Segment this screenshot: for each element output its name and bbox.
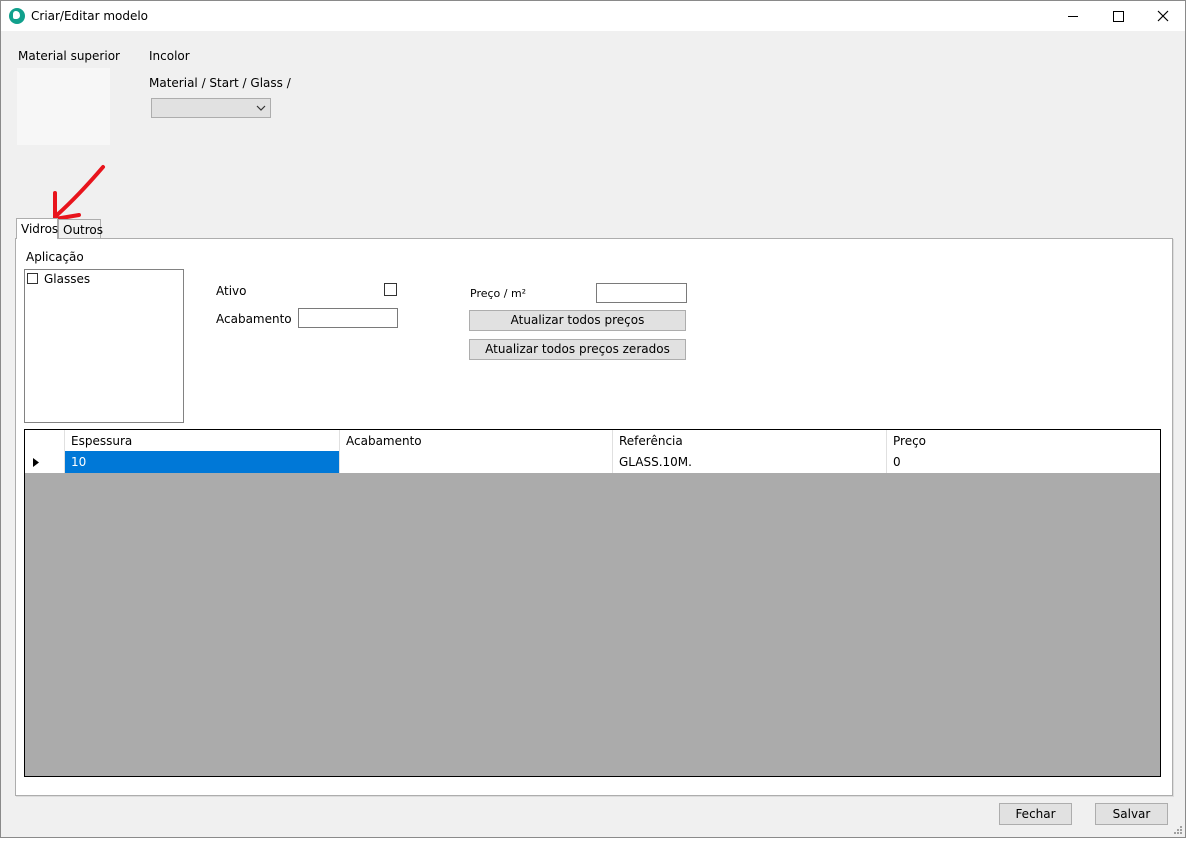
color-name-label: Incolor bbox=[149, 49, 190, 63]
preco-m2-label: Preço / m² bbox=[470, 287, 527, 300]
salvar-button[interactable]: Salvar bbox=[1095, 803, 1168, 825]
row-header[interactable] bbox=[25, 451, 65, 473]
table-row[interactable]: 10 GLASS.10M. 0 bbox=[25, 451, 1160, 473]
update-zero-prices-button[interactable]: Atualizar todos preços zerados bbox=[469, 339, 686, 360]
aplicacao-listbox[interactable]: Glasses bbox=[24, 269, 184, 423]
dialog-window: Criar/Editar modelo Material superior In… bbox=[0, 0, 1186, 838]
grid-corner bbox=[25, 430, 65, 451]
update-all-prices-button[interactable]: Atualizar todos preços bbox=[469, 310, 686, 331]
title-bar[interactable]: Criar/Editar modelo bbox=[1, 1, 1185, 31]
close-icon bbox=[1157, 10, 1169, 22]
chevron-down-icon bbox=[256, 105, 266, 111]
app-icon bbox=[9, 8, 25, 24]
cell-espessura[interactable]: 10 bbox=[65, 451, 340, 473]
material-path-label: Material / Start / Glass / bbox=[149, 76, 291, 90]
cell-referencia[interactable]: GLASS.10M. bbox=[613, 451, 887, 473]
data-grid[interactable]: Espessura Acabamento Referência Preço 10… bbox=[24, 429, 1161, 777]
aplicacao-label: Aplicação bbox=[26, 250, 84, 264]
column-header-acabamento[interactable]: Acabamento bbox=[340, 430, 613, 451]
column-header-referencia[interactable]: Referência bbox=[613, 430, 887, 451]
acabamento-input[interactable] bbox=[298, 308, 398, 328]
red-arrow-annotation bbox=[53, 165, 105, 221]
maximize-button[interactable] bbox=[1095, 1, 1141, 31]
glasses-checkbox[interactable] bbox=[27, 273, 38, 284]
minimize-button[interactable] bbox=[1050, 1, 1096, 31]
material-superior-label: Material superior bbox=[18, 49, 120, 63]
tab-outros[interactable]: Outros bbox=[58, 219, 104, 238]
column-header-preco[interactable]: Preço bbox=[887, 430, 1160, 451]
close-window-button[interactable] bbox=[1140, 1, 1186, 31]
current-row-icon bbox=[33, 458, 39, 467]
cell-preco[interactable]: 0 bbox=[887, 451, 1160, 473]
list-item[interactable]: Glasses bbox=[27, 272, 177, 286]
preco-m2-input[interactable] bbox=[596, 283, 687, 303]
material-thumbnail bbox=[17, 68, 110, 145]
material-combo[interactable] bbox=[151, 98, 271, 118]
glasses-item-label: Glasses bbox=[44, 272, 91, 286]
window-title: Criar/Editar modelo bbox=[31, 9, 149, 23]
ativo-checkbox[interactable] bbox=[384, 283, 397, 296]
fechar-button[interactable]: Fechar bbox=[999, 803, 1072, 825]
acabamento-label: Acabamento bbox=[216, 312, 292, 326]
resize-grip-icon[interactable] bbox=[1173, 825, 1183, 835]
tab-vidros-label: Vidros bbox=[21, 222, 59, 236]
ativo-label: Ativo bbox=[216, 284, 247, 298]
grid-header: Espessura Acabamento Referência Preço bbox=[25, 430, 1160, 452]
tab-outros-label: Outros bbox=[63, 223, 104, 237]
cell-acabamento[interactable] bbox=[340, 451, 613, 473]
column-header-espessura[interactable]: Espessura bbox=[65, 430, 340, 451]
tab-vidros[interactable]: Vidros bbox=[16, 218, 58, 239]
